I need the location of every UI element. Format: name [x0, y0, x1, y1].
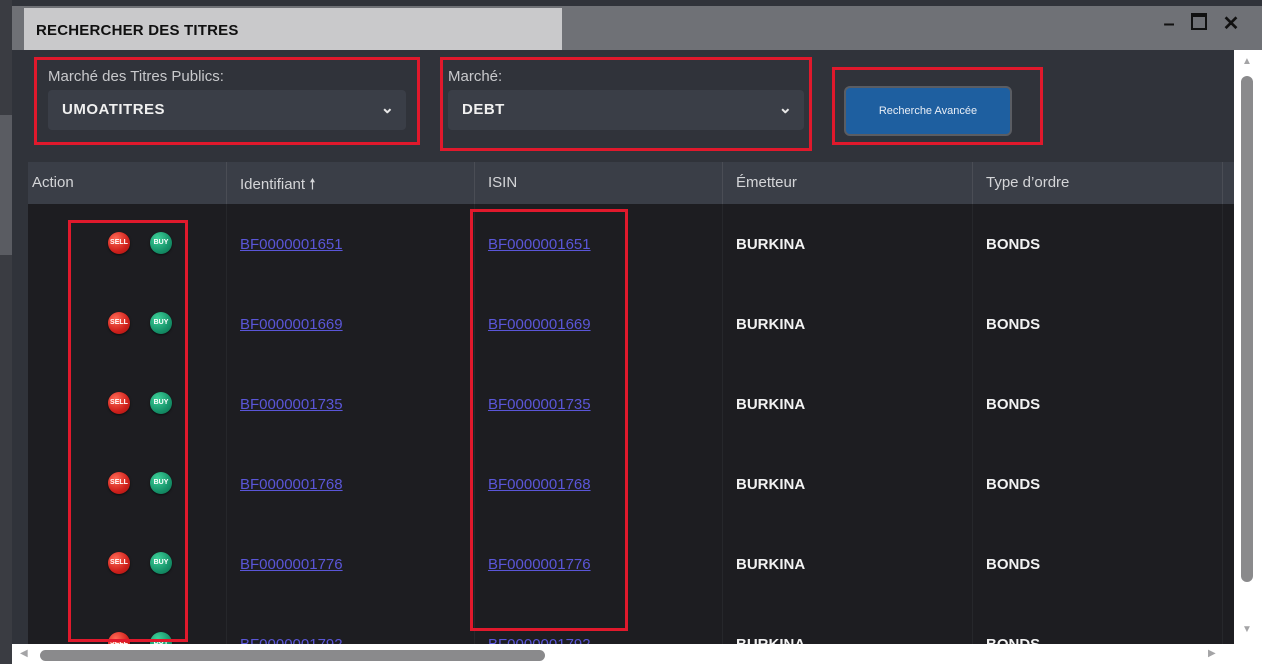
header-isin[interactable]: ISIN	[488, 174, 517, 191]
table-row: SELL BUY BF0000001768 BF0000001768 BURKI…	[28, 445, 1234, 525]
emetteur-cell: BURKINA	[736, 396, 806, 413]
table-row: SELL BUY BF0000001669 BF0000001669 BURKI…	[28, 285, 1234, 365]
header-identifiant[interactable]: Identifiant 🠕	[240, 174, 316, 199]
type-ordre-cell: BONDS	[986, 316, 1041, 333]
table-header: Action Identifiant 🠕 ISIN Émetteur Type …	[28, 162, 1234, 204]
header-emetteur[interactable]: Émetteur	[736, 174, 797, 191]
results-table-body: SELL BUY BF0000001651 BF0000001651 BURKI…	[28, 204, 1234, 644]
highlight-advanced-search	[832, 67, 1043, 145]
window-title: RECHERCHER DES TITRES	[36, 22, 239, 39]
highlight-public-market	[34, 57, 420, 145]
highlight-action-column	[68, 220, 188, 642]
type-ordre-cell: BONDS	[986, 636, 1040, 644]
vertical-scroll-thumb[interactable]	[1241, 76, 1253, 582]
type-ordre-cell: BONDS	[986, 556, 1041, 573]
highlight-isin-column	[470, 209, 628, 631]
scroll-right-arrow-icon[interactable]: ▶	[1208, 648, 1216, 659]
type-ordre-cell: BONDS	[986, 396, 1041, 413]
scroll-left-arrow-icon[interactable]: ◀	[20, 648, 28, 659]
emetteur-cell: BURKINA	[736, 476, 806, 493]
emetteur-cell: BURKINA	[736, 556, 806, 573]
emetteur-cell: BURKINA	[736, 236, 806, 253]
isin-link[interactable]: BF0000001792	[488, 636, 591, 644]
identifiant-link[interactable]: BF0000001776	[240, 556, 343, 573]
type-ordre-cell: BONDS	[986, 236, 1041, 253]
emetteur-cell: BURKINA	[736, 636, 805, 644]
type-ordre-cell: BONDS	[986, 476, 1041, 493]
identifiant-link[interactable]: BF0000001651	[240, 236, 343, 253]
background-app-strip	[0, 0, 12, 664]
close-icon[interactable]: ✕	[1218, 12, 1244, 36]
scroll-down-arrow-icon[interactable]: ▼	[1242, 624, 1252, 635]
minimize-icon[interactable]: –	[1156, 12, 1182, 36]
search-securities-window: RECHERCHER DES TITRES – ✕ Marché des Tit…	[12, 0, 1262, 664]
identifiant-link[interactable]: BF0000001735	[240, 396, 343, 413]
identifiant-link[interactable]: BF0000001792	[240, 636, 343, 644]
highlight-market	[440, 57, 812, 151]
header-type-ordre[interactable]: Type d’ordre	[986, 174, 1069, 191]
table-row: SELL BUY BF0000001792 BF0000001792 BURKI…	[28, 605, 1234, 644]
identifiant-link[interactable]: BF0000001768	[240, 476, 343, 493]
maximize-icon[interactable]	[1186, 12, 1212, 36]
header-action: Action	[32, 174, 74, 191]
scroll-up-arrow-icon[interactable]: ▲	[1242, 56, 1252, 67]
background-app-panel	[0, 115, 12, 255]
identifiant-link[interactable]: BF0000001669	[240, 316, 343, 333]
horizontal-scroll-thumb[interactable]	[40, 650, 545, 661]
sort-up-arrow-icon: 🠕	[309, 176, 316, 193]
table-row: SELL BUY BF0000001651 BF0000001651 BURKI…	[28, 205, 1234, 285]
table-row: SELL BUY BF0000001776 BF0000001776 BURKI…	[28, 525, 1234, 605]
table-row: SELL BUY BF0000001735 BF0000001735 BURKI…	[28, 365, 1234, 445]
emetteur-cell: BURKINA	[736, 316, 806, 333]
